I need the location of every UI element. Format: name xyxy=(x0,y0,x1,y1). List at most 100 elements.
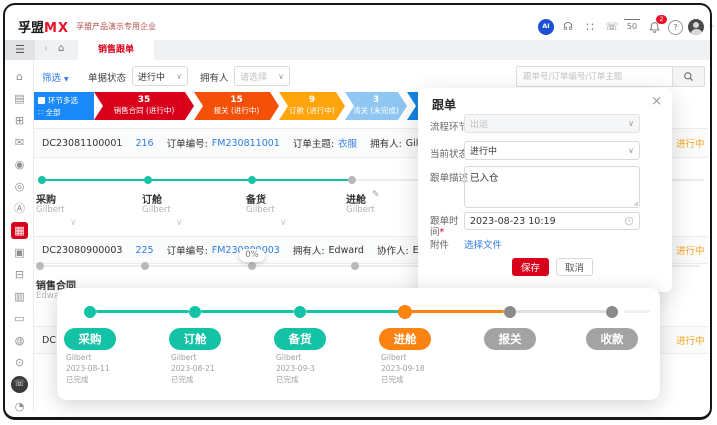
order-no-link[interactable]: FM230811001 xyxy=(212,138,280,149)
bell-icon[interactable]: 2 xyxy=(646,19,662,35)
documents-icon[interactable]: ▭ xyxy=(11,310,28,327)
cancel-button[interactable]: 取消 xyxy=(556,258,593,276)
knowledge-icon[interactable]: ◍ xyxy=(11,332,28,349)
progress-percent: 0% xyxy=(239,249,265,262)
subject-label: 订单主题: xyxy=(293,136,334,150)
stage-name: 进舱 xyxy=(346,191,366,206)
customers-icon[interactable]: ▤ xyxy=(11,90,28,107)
notification-badge: 2 xyxy=(656,15,667,24)
mail-icon[interactable]: ✉ xyxy=(11,134,28,151)
ai-assistant-icon[interactable]: AI xyxy=(538,19,554,35)
doc-number: DC23080900003 xyxy=(42,245,122,256)
home-tab-icon[interactable]: ⌂ xyxy=(58,43,64,54)
popup-line-todo xyxy=(516,310,606,313)
headset-icon[interactable]: ☊ xyxy=(560,19,576,35)
apps-grid-icon[interactable]: ∷ xyxy=(582,19,598,35)
stage-person: Gilbert xyxy=(66,352,110,363)
home-icon[interactable]: ⌂ xyxy=(11,68,28,85)
close-icon[interactable]: × xyxy=(651,94,662,109)
tracking-icon[interactable]: ▦ xyxy=(11,222,28,239)
save-button[interactable]: 保存 xyxy=(512,258,549,276)
popup-stage-pill: 采购 xyxy=(64,328,116,350)
days-count[interactable]: 216 xyxy=(135,138,153,149)
tracking-time-label-2: 间* xyxy=(430,224,444,238)
stage-date: 2023-08-21 xyxy=(171,363,215,374)
timeline-popup: 采购 订舱 备货 进舱 报关 收款 Gilbert 2023-08-11 已完成… xyxy=(57,288,660,400)
stage-person: Gilbert xyxy=(346,205,375,215)
stage-expander[interactable]: ∨ xyxy=(176,218,183,228)
popup-stage-detail: Gilbert 2023-09-3 已完成 xyxy=(276,352,315,385)
timeline-dot-pending xyxy=(36,262,44,270)
timeline-dot-pending xyxy=(348,176,356,184)
search-button[interactable] xyxy=(672,66,705,87)
approvals-icon[interactable]: ◉ xyxy=(11,156,28,173)
avatar[interactable] xyxy=(688,19,704,35)
assistant-icon[interactable]: Ⓐ xyxy=(11,200,28,217)
stage-expander[interactable]: ∨ xyxy=(280,218,287,228)
popup-dot-done xyxy=(294,306,306,318)
tab-bar: ☰ ‹ ⌂ 销售跟单 xyxy=(5,40,712,60)
multiselect-checkbox[interactable] xyxy=(38,97,45,104)
filter-toggle[interactable]: 筛选 ▼ xyxy=(42,70,69,84)
tracking-time-input[interactable]: 2023-08-23 10:19 xyxy=(464,212,640,230)
help-icon[interactable]: ? xyxy=(668,20,683,35)
current-status-label: 当前状态 xyxy=(430,146,468,160)
stage-segment-clearance[interactable]: 3 清关 (未完成) xyxy=(345,92,407,120)
stage-status: 已完成 xyxy=(66,374,110,385)
description-textarea[interactable]: 已入仓 xyxy=(464,166,640,208)
menu-toggle-icon[interactable]: ☰ xyxy=(5,40,35,60)
popup-line-current xyxy=(411,310,504,313)
owner-select[interactable]: 请选择 xyxy=(234,66,290,86)
stage-segment-customs[interactable]: 15 报关 (进行中) xyxy=(194,92,279,120)
discover-icon[interactable]: ◎ xyxy=(11,178,28,195)
messages-icon[interactable]: ⊙ xyxy=(11,354,28,371)
collaborator-label: 协作人: xyxy=(377,243,409,257)
support-icon[interactable]: ◔ xyxy=(11,398,28,415)
calls-icon[interactable]: ☏ xyxy=(11,376,28,393)
filter-caret-icon: ▼ xyxy=(64,76,69,83)
caret-down-icon[interactable]: ∨ xyxy=(703,19,717,35)
tab-sales-tracking[interactable]: 销售跟单 xyxy=(78,40,154,60)
popup-dot-todo xyxy=(606,306,618,318)
org-icon[interactable]: ⊞ xyxy=(11,112,28,129)
popup-line-done xyxy=(306,310,399,313)
popup-stage-pill: 备货 xyxy=(274,328,326,350)
description-label: 跟单描述 xyxy=(430,170,468,184)
reports-icon[interactable]: ▥ xyxy=(11,288,28,305)
order-no-label: 订单编号: xyxy=(167,136,208,150)
doc-number-fragment: DC xyxy=(42,335,56,346)
stage-segment-booking[interactable]: 9 订舱 (进行中) xyxy=(279,92,345,120)
process-step-select[interactable]: 出运 xyxy=(464,114,640,133)
stage-segment-sales-contract[interactable]: 35 销售合同 (进行中) xyxy=(94,92,194,120)
back-icon[interactable]: ‹ xyxy=(44,43,48,54)
board-icon[interactable]: 50 xyxy=(624,19,640,36)
search-input[interactable] xyxy=(516,66,672,87)
status-badge: 进行中 xyxy=(676,243,705,257)
owner-label: 拥有人 xyxy=(200,70,229,84)
doc-status-select[interactable]: 进行中 xyxy=(132,66,188,86)
timeline-segment xyxy=(46,179,144,181)
days-count[interactable]: 225 xyxy=(135,245,153,256)
schedule-icon[interactable]: ▣ xyxy=(11,244,28,261)
brand-accent: MX xyxy=(44,21,69,36)
timeline-dot-pending xyxy=(141,262,149,270)
logistics-icon[interactable]: ⊟ xyxy=(11,266,28,283)
popup-stage-pill: 收款 xyxy=(586,328,638,350)
search-icon xyxy=(683,71,694,82)
subject-link[interactable]: 衣服 xyxy=(338,136,357,150)
company-subtitle: 孚盟产品演示专用企业 xyxy=(76,21,156,32)
status-badge: 进行中 xyxy=(676,136,705,150)
current-status-select[interactable]: 进行中 xyxy=(464,141,640,160)
popup-stage-detail: Gilbert 2023-08-21 已完成 xyxy=(171,352,215,385)
edit-stage-icon[interactable]: ✎ xyxy=(372,190,380,200)
popup-dot-todo xyxy=(504,306,516,318)
choose-file-link[interactable]: 选择文件 xyxy=(464,237,502,251)
stage-expander[interactable]: ∨ xyxy=(70,218,77,228)
stage-multiselect-box[interactable]: 环节多选 ∷ 全部 xyxy=(34,92,94,120)
stage-date: 2023-09-18 xyxy=(381,363,425,374)
process-step-label: 流程环节 xyxy=(430,119,468,133)
stage-person: Gilbert xyxy=(36,205,65,215)
stage-date: 2023-08-11 xyxy=(66,363,110,374)
timeline-dot-done xyxy=(248,176,256,184)
phone-icon[interactable]: ☏ xyxy=(604,19,620,35)
